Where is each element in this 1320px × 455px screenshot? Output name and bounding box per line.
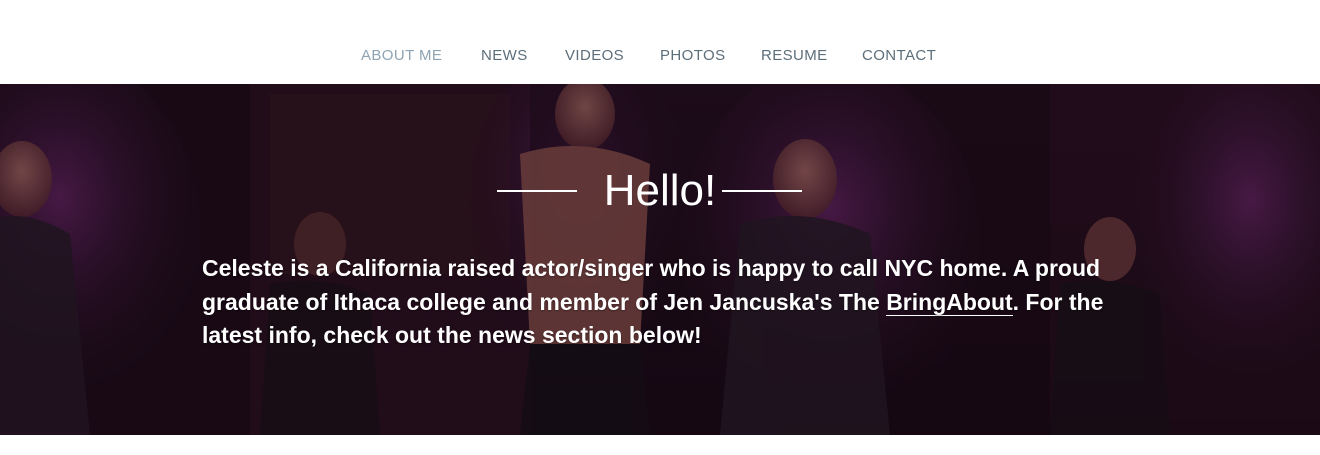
hero-title: Hello! — [603, 166, 717, 215]
nav-link-contact[interactable]: CONTACT — [862, 47, 936, 64]
top-navigation: ABOUT ME NEWS VIDEOS PHOTOS RESUME CONTA… — [0, 0, 1320, 84]
bringabout-link[interactable]: BringAbout — [886, 288, 1013, 316]
nav-link-photos[interactable]: PHOTOS — [660, 47, 725, 64]
nav-link-videos[interactable]: VIDEOS — [565, 47, 624, 64]
bio-paragraph: Celeste is a California raised actor/sin… — [202, 252, 1132, 353]
hello-right-rule — [722, 190, 802, 192]
nav-link-news[interactable]: NEWS — [481, 47, 528, 64]
nav-link-about-me[interactable]: ABOUT ME — [361, 47, 442, 64]
page-below-hero — [0, 435, 1320, 455]
nav-link-resume[interactable]: RESUME — [761, 47, 828, 64]
